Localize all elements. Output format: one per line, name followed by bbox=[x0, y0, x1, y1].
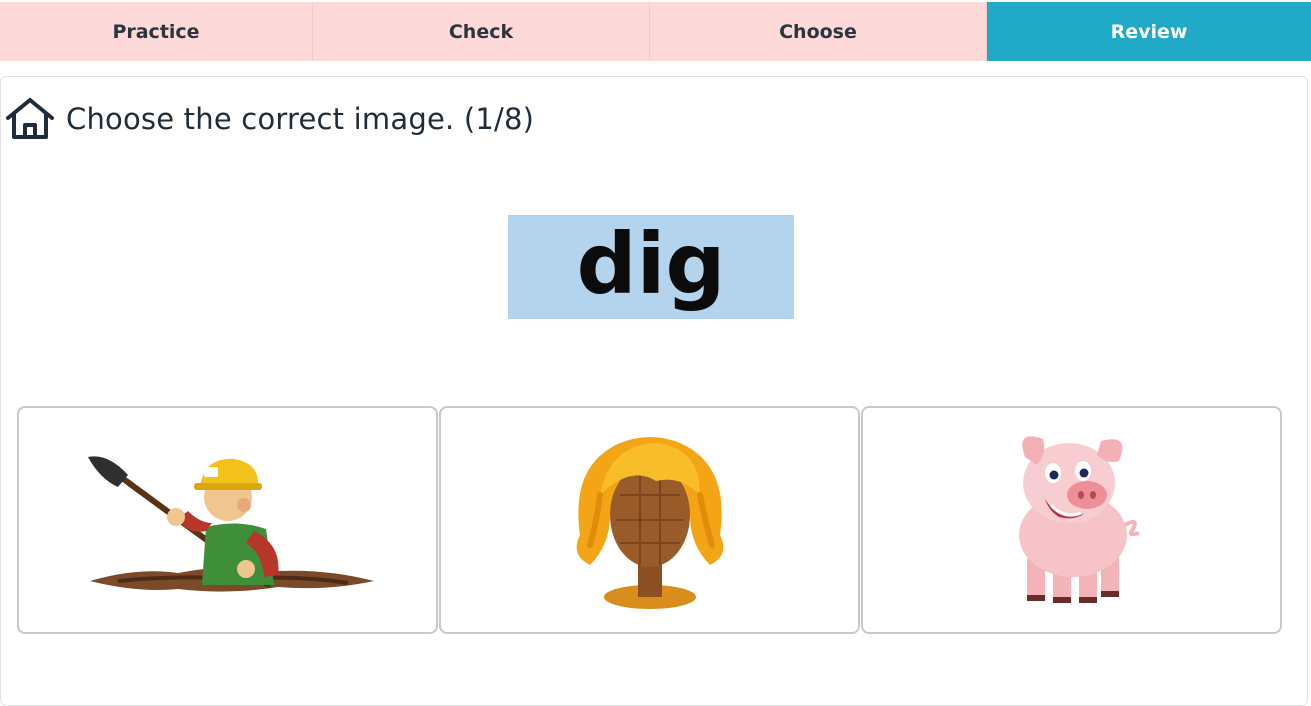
prompt-word: dig bbox=[576, 215, 726, 313]
option-card-pig[interactable] bbox=[861, 406, 1282, 634]
option-card-wig[interactable] bbox=[439, 406, 860, 634]
tab-check[interactable]: Check bbox=[313, 2, 650, 61]
step-tabs: Practice Check Choose Review bbox=[0, 2, 1311, 61]
pig-image bbox=[1018, 436, 1140, 603]
wig-image bbox=[576, 437, 723, 609]
instruction-header: Choose the correct image. (1/8) bbox=[4, 96, 534, 142]
home-icon[interactable] bbox=[4, 96, 56, 142]
tab-practice[interactable]: Practice bbox=[0, 2, 313, 61]
instruction-text: Choose the correct image. (1/8) bbox=[66, 102, 535, 136]
prompt-word-box: dig bbox=[508, 215, 794, 319]
tab-review[interactable]: Review bbox=[987, 2, 1311, 61]
answer-options bbox=[17, 406, 1283, 634]
tab-choose[interactable]: Choose bbox=[650, 2, 987, 61]
man-digging-image bbox=[87, 456, 374, 592]
option-card-digging[interactable] bbox=[17, 406, 438, 634]
